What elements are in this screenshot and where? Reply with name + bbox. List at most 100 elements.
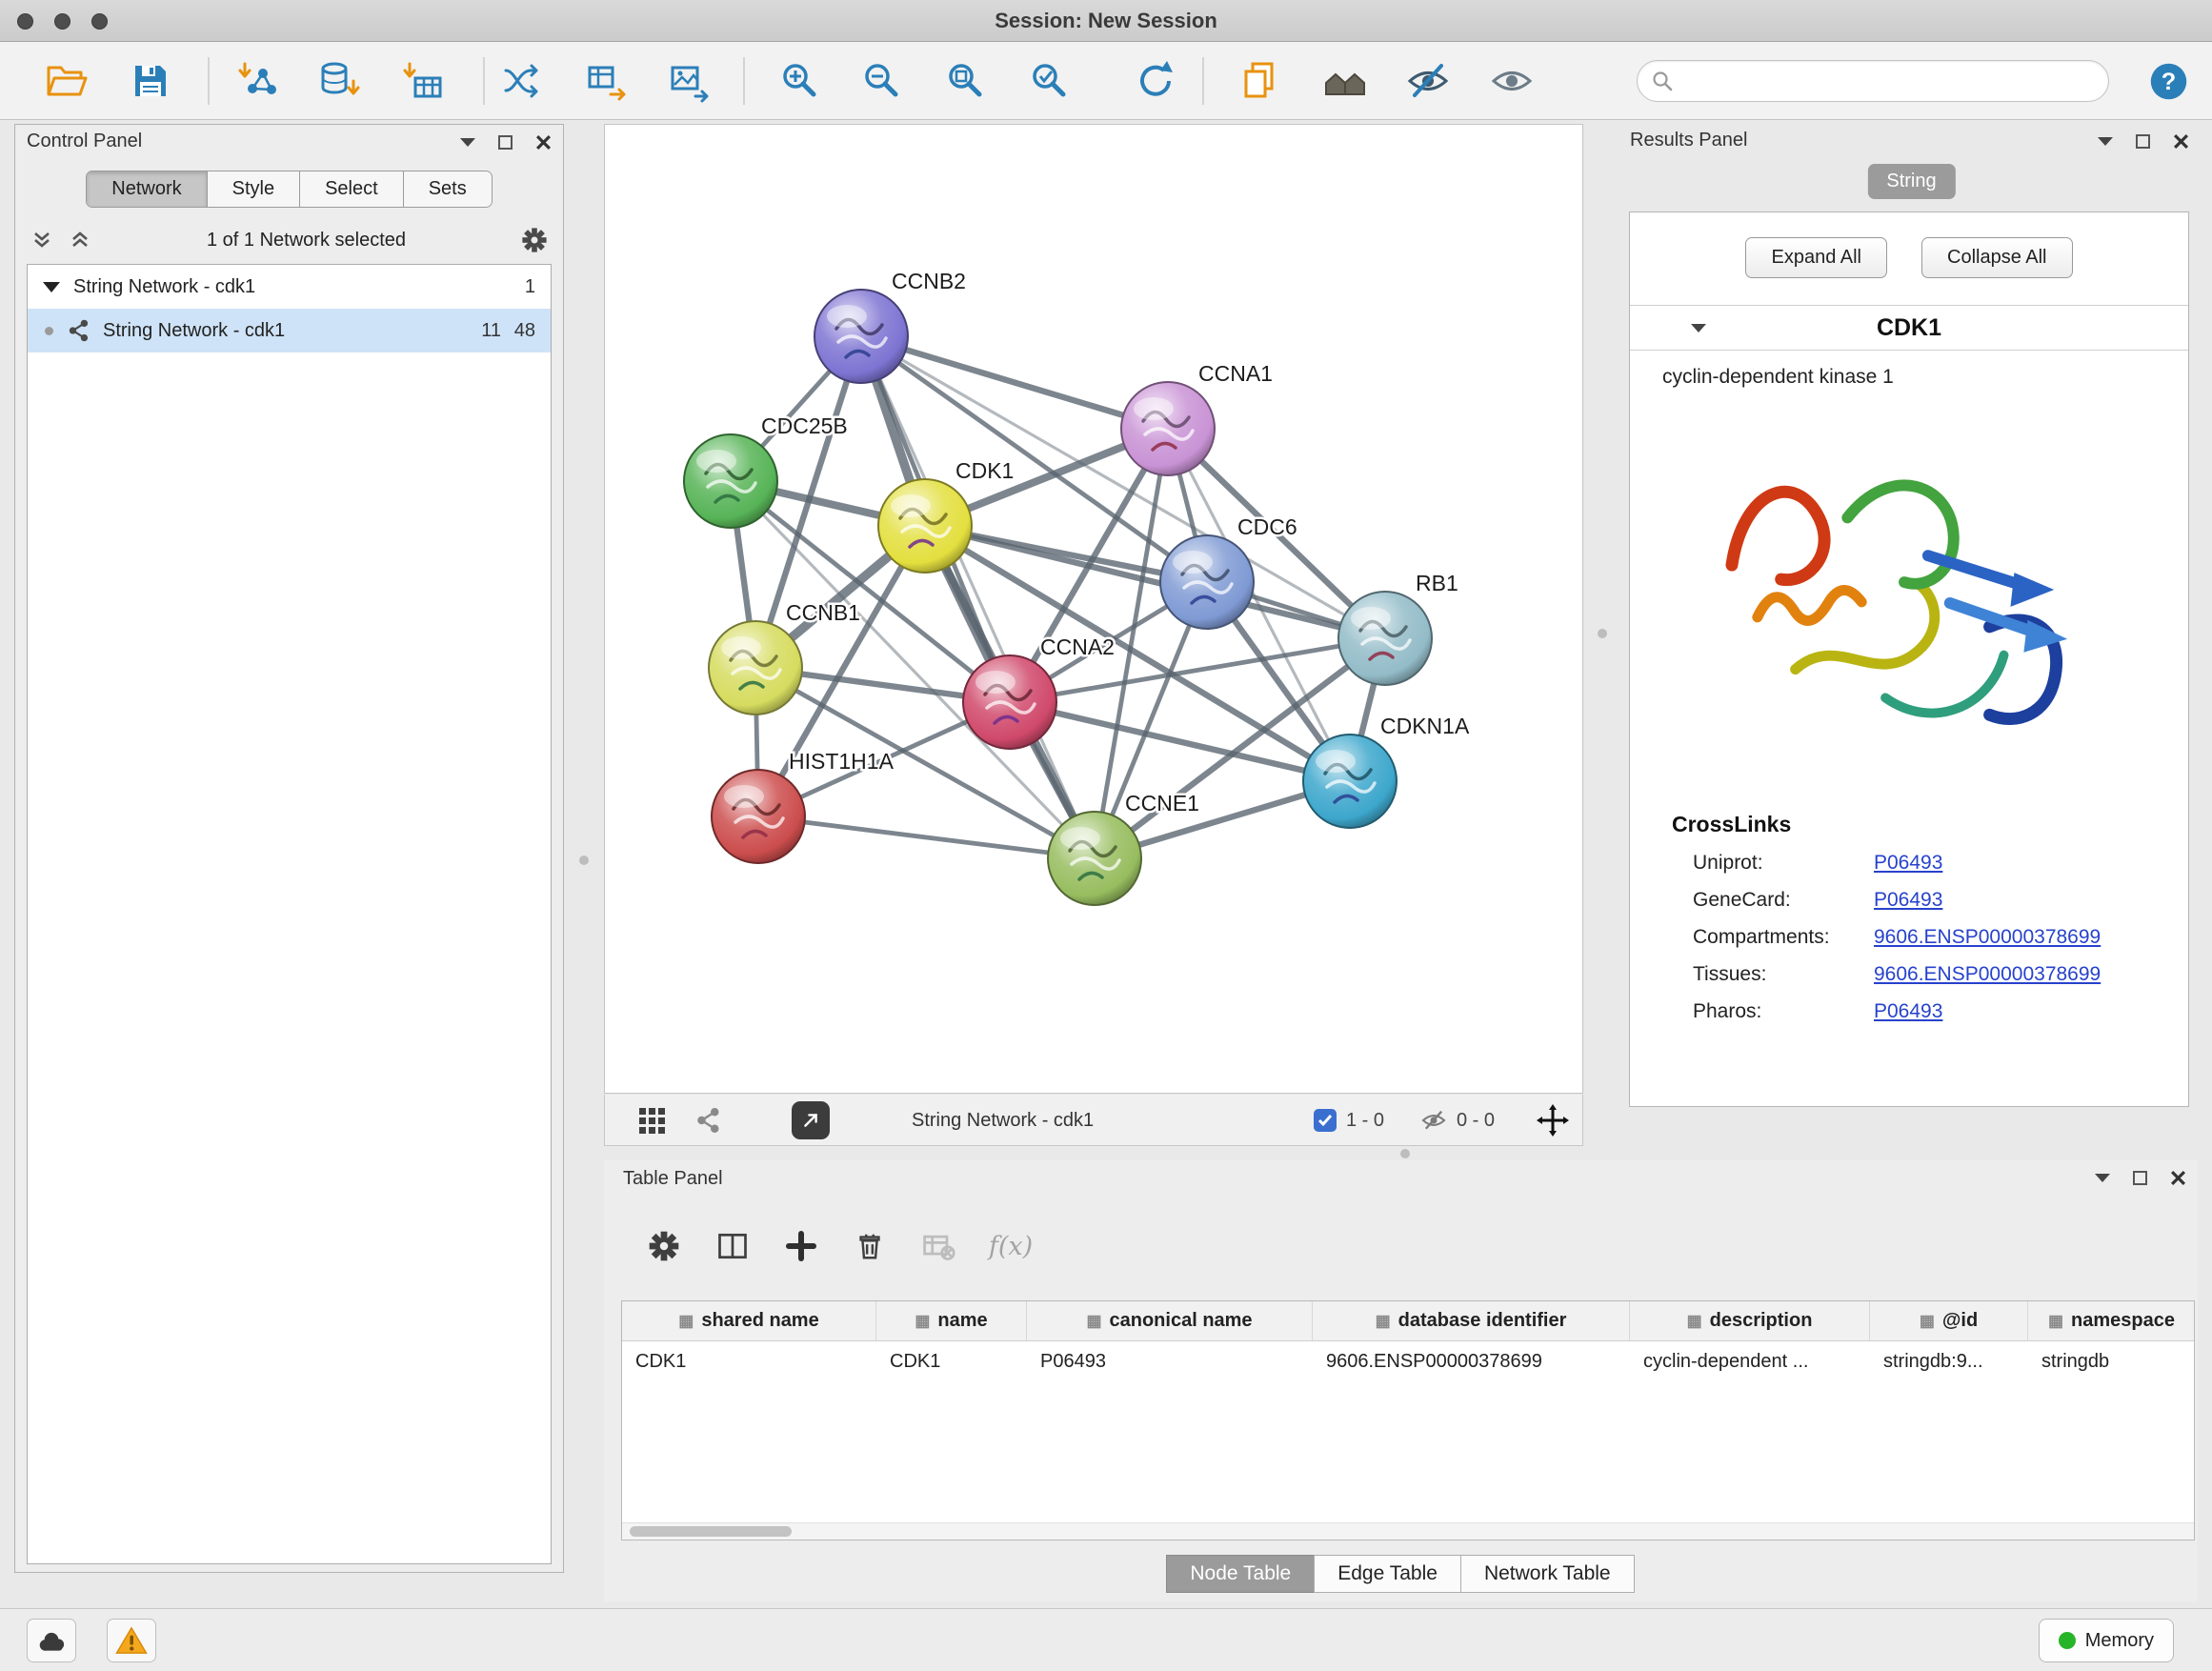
- crosslink-link[interactable]: P06493: [1874, 889, 1942, 912]
- network-edge-CCNB2-CCNE1[interactable]: [861, 336, 1095, 858]
- float-panel-icon[interactable]: [2136, 134, 2150, 149]
- zoom-selected-icon[interactable]: [1023, 54, 1076, 108]
- close-panel-icon[interactable]: [535, 134, 552, 151]
- save-session-icon[interactable]: [124, 54, 177, 108]
- gene-section-header[interactable]: CDK1: [1630, 305, 2188, 351]
- crosslink-link[interactable]: 9606.ENSP00000378699: [1874, 926, 2101, 949]
- cloud-status-icon[interactable]: [27, 1619, 76, 1662]
- hide-selected-icon[interactable]: [1401, 54, 1455, 108]
- gear-icon[interactable]: [521, 227, 548, 253]
- crosslink-link[interactable]: 9606.ENSP00000378699: [1874, 963, 2101, 986]
- float-panel-icon[interactable]: [498, 135, 513, 150]
- open-session-icon[interactable]: [40, 54, 93, 108]
- network-node-CCNA2[interactable]: [963, 655, 1056, 749]
- column-header-database-identifier[interactable]: ▦database identifier: [1313, 1301, 1630, 1340]
- collapse-all-tree-icon[interactable]: [69, 229, 91, 252]
- birdseye-icon[interactable]: [1318, 54, 1372, 108]
- table-cell[interactable]: stringdb: [2028, 1351, 2195, 1373]
- collapse-all-button[interactable]: Collapse All: [1921, 237, 2073, 278]
- table-cell[interactable]: cyclin-dependent ...: [1630, 1351, 1870, 1373]
- panel-menu-icon[interactable]: [460, 138, 475, 147]
- zoom-fit-icon[interactable]: [939, 54, 993, 108]
- vertical-splitter-right[interactable]: [1598, 629, 1607, 638]
- column-header-namespace[interactable]: ▦namespace: [2028, 1301, 2195, 1340]
- vertical-splitter-left[interactable]: [579, 856, 589, 865]
- delete-column-trash-icon[interactable]: [848, 1224, 892, 1268]
- table-cell[interactable]: 9606.ENSP00000378699: [1313, 1351, 1630, 1373]
- select-columns-icon[interactable]: [711, 1224, 754, 1268]
- import-network-database-icon[interactable]: [312, 54, 365, 108]
- close-panel-icon[interactable]: [2170, 1170, 2186, 1186]
- new-network-icon[interactable]: [496, 54, 550, 108]
- table-cell[interactable]: P06493: [1027, 1351, 1313, 1373]
- table-cell[interactable]: stringdb:9...: [1870, 1351, 2028, 1373]
- tab-network[interactable]: Network: [87, 171, 207, 207]
- network-node-CCNA1[interactable]: [1121, 382, 1215, 475]
- network-edge-CCNB2-CCNA1[interactable]: [861, 336, 1168, 429]
- column-header-canonical-name[interactable]: ▦canonical name: [1027, 1301, 1313, 1340]
- network-node-HIST1H1A[interactable]: [712, 770, 805, 863]
- network-node-CCNB1[interactable]: [709, 621, 802, 715]
- expand-all-button[interactable]: Expand All: [1745, 237, 1887, 278]
- import-network-file-icon[interactable]: [231, 54, 285, 108]
- network-node-CCNE1[interactable]: [1048, 812, 1141, 905]
- network-collection-row[interactable]: String Network - cdk1 1: [28, 265, 551, 309]
- tab-network-table[interactable]: Network Table: [1460, 1555, 1635, 1593]
- table-cell[interactable]: CDK1: [622, 1351, 876, 1373]
- annotations-icon[interactable]: [1233, 54, 1286, 108]
- tab-style[interactable]: Style: [208, 171, 300, 207]
- horizontal-splitter[interactable]: [1400, 1149, 1410, 1158]
- pan-crosshair-icon[interactable]: [1537, 1095, 1569, 1146]
- share-network-icon[interactable]: [694, 1095, 723, 1146]
- export-image-icon[interactable]: [663, 54, 716, 108]
- table-cell[interactable]: CDK1: [876, 1351, 1027, 1373]
- search-input[interactable]: [1674, 70, 2095, 92]
- collapse-section-icon[interactable]: [1691, 324, 1706, 332]
- search-box[interactable]: [1637, 60, 2109, 102]
- column-header-description[interactable]: ▦description: [1630, 1301, 1870, 1340]
- selected-checkbox-icon[interactable]: 1 - 0: [1314, 1095, 1384, 1146]
- new-network-table-icon[interactable]: [580, 54, 633, 108]
- table-settings-gear-icon[interactable]: [642, 1224, 686, 1268]
- tab-node-table[interactable]: Node Table: [1166, 1555, 1315, 1593]
- table-row[interactable]: CDK1CDK1P064939606.ENSP00000378699cyclin…: [622, 1341, 2194, 1381]
- birdseye-toggle-icon[interactable]: [637, 1095, 666, 1146]
- network-node-RB1[interactable]: [1338, 592, 1432, 685]
- table-horizontal-scrollbar[interactable]: [622, 1522, 2194, 1540]
- help-icon[interactable]: ?: [2147, 60, 2190, 103]
- warnings-icon[interactable]: [107, 1619, 156, 1662]
- network-node-CDC25B[interactable]: [684, 434, 777, 528]
- crosslink-link[interactable]: P06493: [1874, 1000, 1942, 1023]
- tab-sets[interactable]: Sets: [404, 171, 492, 207]
- expand-all-tree-icon[interactable]: [30, 229, 53, 252]
- float-panel-icon[interactable]: [2133, 1171, 2147, 1185]
- column-header-shared-name[interactable]: ▦shared name: [622, 1301, 876, 1340]
- collection-expand-icon[interactable]: [43, 282, 60, 292]
- import-table-file-icon[interactable]: [396, 54, 450, 108]
- panel-menu-icon[interactable]: [2095, 1174, 2110, 1182]
- show-all-icon[interactable]: [1485, 54, 1538, 108]
- memory-button[interactable]: Memory: [2039, 1619, 2174, 1662]
- close-panel-icon[interactable]: [2173, 133, 2189, 150]
- network-canvas[interactable]: CCNB2CCNA1CDC25BCDK1CDC6RB1CCNB1CCNA2CDK…: [604, 124, 1583, 1094]
- zoom-in-icon[interactable]: [774, 54, 827, 108]
- network-node-CDC6[interactable]: [1160, 535, 1254, 629]
- zoom-out-icon[interactable]: [855, 54, 909, 108]
- open-in-window-button[interactable]: [792, 1095, 830, 1146]
- crosslink-link[interactable]: P06493: [1874, 852, 1942, 875]
- network-row-selected[interactable]: String Network - cdk1 11 48: [28, 309, 551, 352]
- minimize-window-button[interactable]: [54, 13, 70, 30]
- panel-menu-icon[interactable]: [2098, 137, 2113, 146]
- network-edge-HIST1H1A-CCNE1[interactable]: [758, 816, 1095, 858]
- network-graph[interactable]: CCNB2CCNA1CDC25BCDK1CDC6RB1CCNB1CCNA2CDK…: [605, 125, 1582, 1093]
- tab-string[interactable]: String: [1867, 164, 1955, 199]
- tab-edge-table[interactable]: Edge Table: [1314, 1555, 1461, 1593]
- tab-select[interactable]: Select: [300, 171, 404, 207]
- network-node-CDK1[interactable]: [878, 479, 972, 573]
- column-header-@id[interactable]: ▦@id: [1870, 1301, 2028, 1340]
- refresh-icon[interactable]: [1129, 54, 1182, 108]
- scrollbar-thumb[interactable]: [630, 1526, 792, 1537]
- create-column-icon[interactable]: [779, 1224, 823, 1268]
- zoom-window-button[interactable]: [91, 13, 108, 30]
- hidden-toggle-icon[interactable]: 0 - 0: [1420, 1095, 1495, 1146]
